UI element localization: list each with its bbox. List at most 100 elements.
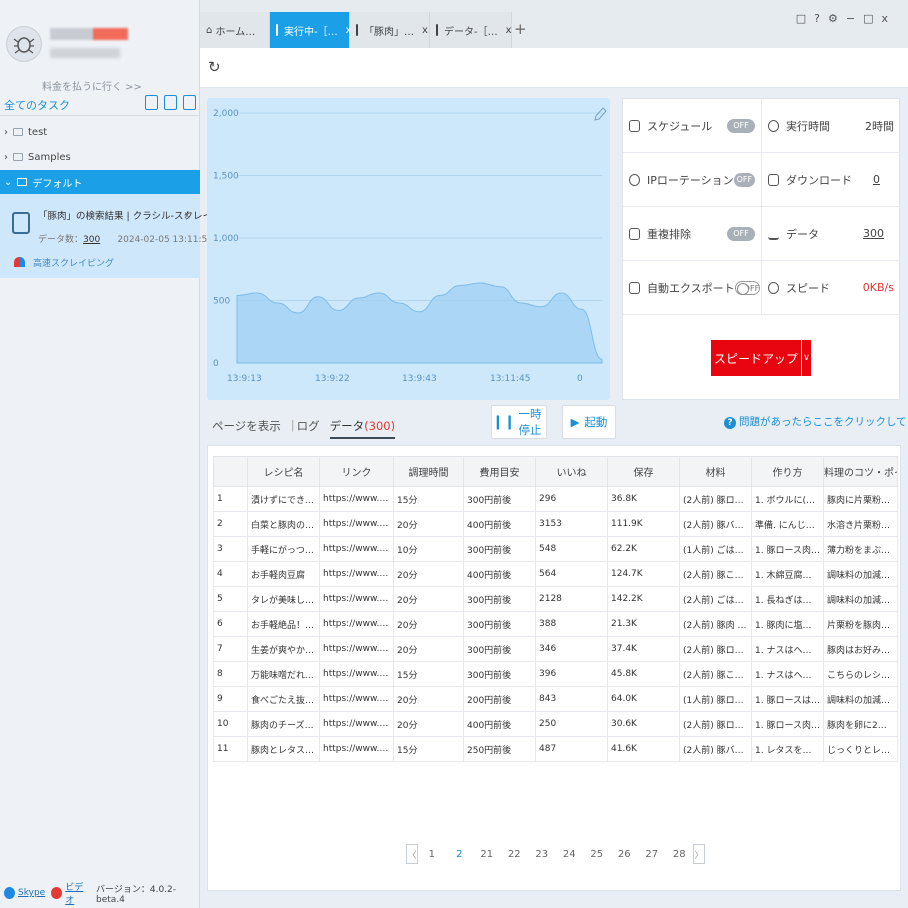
close-icon[interactable]: x (881, 12, 888, 25)
auto-export-toggle[interactable]: OFF (734, 280, 761, 295)
table-row[interactable]: 1漬けずにできる！豚…https://www.kurashir…15分300円前… (213, 486, 898, 512)
speed-up-label: スピードアップ (713, 351, 798, 366)
start-button[interactable]: ▶ 起動 (562, 405, 616, 439)
tab-label: ホーム… (215, 26, 256, 38)
stat-label: データ (786, 227, 819, 241)
count-value[interactable]: 300 (83, 235, 100, 245)
table-cell: 396 (535, 661, 608, 687)
column-header[interactable]: 保存 (607, 456, 680, 487)
tree-item-samples[interactable]: › Samples (0, 145, 200, 169)
tab-label: 「豚肉」… (364, 26, 414, 38)
tab-close-icon[interactable]: x (506, 25, 512, 36)
next-page-button[interactable]: 〉 (693, 844, 705, 864)
table-cell: 2128 (535, 586, 608, 612)
upgrade-link[interactable]: 料金を払うに行く >> (42, 78, 142, 93)
tab-close-icon[interactable]: x (422, 25, 428, 36)
edit-icon[interactable] (594, 107, 607, 121)
table-cell: 20分 (393, 636, 464, 662)
tab-page-view[interactable]: ページを表示 (212, 418, 281, 439)
skype-link[interactable]: Skype (18, 888, 45, 898)
table-row[interactable]: 11豚肉とレタスの蒸油…https://www.kurashir…15分250円… (213, 736, 898, 762)
column-header[interactable]: レシピ名 (247, 456, 320, 487)
table-cell: 45.8K (607, 661, 680, 687)
gift-icon[interactable]: □ (796, 12, 806, 25)
table-cell: 250円前後 (463, 736, 536, 762)
all-tasks-link[interactable]: 全てのタスク (4, 97, 70, 113)
page-number[interactable]: 22 (501, 849, 529, 860)
tab-running[interactable]: 実行中-［… x (270, 12, 352, 48)
table-cell: じっくりとレタスを… (823, 736, 898, 762)
tab-data-view[interactable]: データ(300) (329, 418, 396, 439)
schedule-toggle[interactable]: OFF (727, 118, 755, 133)
download-value[interactable]: 0 (873, 173, 880, 186)
ip-rotation-toggle[interactable]: OFF (733, 172, 755, 187)
column-header[interactable]: 作り方 (751, 456, 824, 487)
page-number[interactable]: 2 (446, 849, 474, 860)
tree-item-test[interactable]: › test (0, 120, 200, 144)
stat-label: ダウンロード (786, 173, 852, 187)
search-task-icon[interactable] (183, 95, 196, 110)
table-cell: 346 (535, 636, 608, 662)
avatar[interactable] (6, 26, 42, 62)
table-cell: 6 (213, 611, 248, 637)
page-number[interactable]: 23 (528, 849, 556, 860)
table-cell: 400円前後 (463, 711, 536, 737)
page-number[interactable]: 1 (418, 849, 446, 860)
column-header[interactable] (213, 456, 248, 487)
export-icon (629, 281, 640, 294)
runtime-stat: 実行時間 2時間 (762, 99, 900, 153)
tree-item-default[interactable]: ⌄ デフォルト (0, 170, 200, 194)
account-redacted (50, 48, 120, 58)
column-header[interactable]: リンク (319, 456, 394, 487)
task-close-button[interactable]: x (184, 210, 190, 221)
data-value[interactable]: 300 (863, 227, 884, 240)
prev-page-button[interactable]: 〈 (406, 844, 418, 864)
speed-up-button[interactable]: スピードアップ ∨ (711, 340, 811, 376)
task-title[interactable]: 「豚肉」の検索結果 | クラシル-スクレイピ… (38, 208, 231, 222)
import-icon[interactable] (145, 95, 158, 110)
table-row[interactable]: 10豚肉のチーズ入りピ…https://www.kurashir…20分400円… (213, 711, 898, 737)
tab-log[interactable]: ログ (297, 418, 320, 439)
new-task-icon[interactable] (164, 95, 177, 110)
table-row[interactable]: 8万能味噌だれで作る…https://www.kurashir…15分300円前… (213, 661, 898, 687)
pause-button[interactable]: ❙❙ 一時停止 (491, 405, 547, 439)
table-row[interactable]: 6お手軽絶品！豚ロー…https://www.kurashir…20分300円前… (213, 611, 898, 637)
task-card[interactable]: 「豚肉」の検索結果 | クラシル-スクレイピ… x データ数：300 2024-… (0, 194, 231, 278)
column-header[interactable]: 材料 (679, 456, 752, 487)
page-number[interactable]: 24 (556, 849, 584, 860)
table-cell: 20分 (393, 611, 464, 637)
page-number[interactable]: 27 (638, 849, 666, 860)
table-cell: 1. 豚ロース肉にピ… (751, 711, 824, 737)
table-row[interactable]: 2白菜と豚肉のうま煮https://www.kurashir…20分400円前後… (213, 511, 898, 537)
column-header[interactable]: いいね (535, 456, 608, 487)
chevron-down-icon[interactable]: ∨ (801, 340, 811, 376)
table-row[interactable]: 3手軽にがっつり！豚…https://www.kurashir…10分300円前… (213, 536, 898, 562)
page-number[interactable]: 25 (583, 849, 611, 860)
column-header[interactable]: 費用目安 (463, 456, 536, 487)
stat-label: 実行時間 (786, 119, 830, 133)
maximize-icon[interactable]: □ (863, 12, 873, 25)
table-cell: 豚肉とレタスの蒸油… (247, 736, 320, 762)
table-row[interactable]: 7生姜が爽やかな豚肉…https://www.kurashir…20分300円前… (213, 636, 898, 662)
minimize-icon[interactable]: − (846, 12, 855, 25)
gear-icon[interactable]: ⚙ (828, 12, 838, 25)
table-cell: お手軽絶品！豚ロー… (247, 611, 320, 637)
play-icon: ▶ (570, 415, 580, 429)
reload-icon[interactable]: ↻ (208, 58, 221, 76)
page-number[interactable]: 26 (611, 849, 639, 860)
add-tab-button[interactable]: + (514, 20, 527, 38)
video-link[interactable]: ビデオ (65, 880, 90, 906)
tab-data[interactable]: データ-［… x (430, 12, 512, 48)
dedupe-toggle[interactable]: OFF (727, 226, 755, 241)
table-row[interactable]: 4お手軽肉豆腐https://www.kurashir…20分400円前後564… (213, 561, 898, 587)
table-row[interactable]: 9食べごたえ抜群！ト…https://www.kurashir…20分200円前… (213, 686, 898, 712)
table-row[interactable]: 5タレが美味しいジュ…https://www.kurashir…20分300円前… (213, 586, 898, 612)
page-number[interactable]: 21 (473, 849, 501, 860)
column-header[interactable]: 料理のコツ・ポイン (823, 456, 898, 487)
tab-search[interactable]: 「豚肉」… x (350, 12, 430, 48)
help-icon[interactable]: ? (814, 12, 820, 25)
help-link[interactable]: ?問題があったらここをクリックしてください (724, 414, 908, 429)
column-header[interactable]: 調理時間 (393, 456, 464, 487)
page-number[interactable]: 28 (666, 849, 694, 860)
tab-home[interactable]: ⌂ ホーム… (200, 12, 270, 48)
